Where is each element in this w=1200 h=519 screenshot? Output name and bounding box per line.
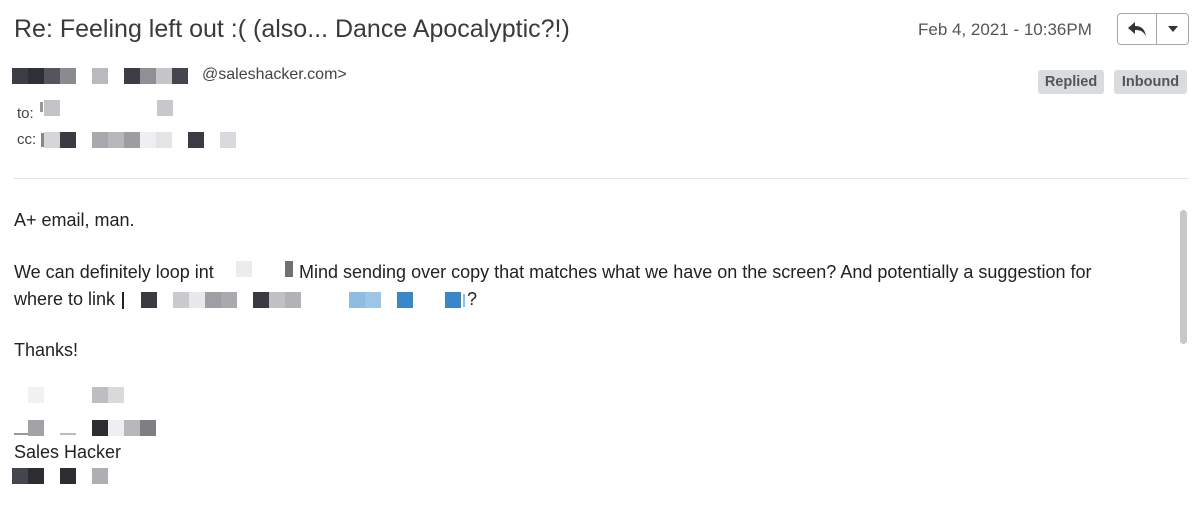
reply-options-dropdown[interactable]	[1157, 14, 1188, 44]
email-date: Feb 4, 2021 - 10:36PM	[918, 20, 1092, 39]
body-line2-end: ?	[467, 289, 478, 309]
inbound-badge: Inbound	[1114, 70, 1187, 94]
body-thanks: Thanks!	[14, 340, 79, 360]
vertical-scrollbar[interactable]	[1180, 210, 1187, 344]
reply-button-group	[1117, 13, 1189, 45]
signature-company: Sales Hacker	[14, 442, 122, 462]
cc-label: cc:	[17, 131, 37, 148]
reply-arrow-icon	[1128, 22, 1146, 36]
text-cursor	[122, 292, 124, 309]
body-line1-start: We can definitely loop int	[14, 262, 214, 282]
email-subject: Re: Feeling left out :( (also... Dance A…	[14, 15, 570, 43]
reply-button[interactable]	[1118, 14, 1157, 44]
header-divider	[14, 178, 1188, 179]
body-line1-end: Mind sending over copy that matches what…	[299, 262, 1092, 282]
to-label: to:	[17, 105, 34, 122]
sender-email-domain: @saleshacker.com>	[202, 66, 347, 83]
chevron-down-icon	[1167, 26, 1178, 32]
body-greeting: A+ email, man.	[14, 210, 135, 230]
replied-badge: Replied	[1038, 70, 1104, 94]
body-line2-start: where to link	[14, 289, 116, 309]
